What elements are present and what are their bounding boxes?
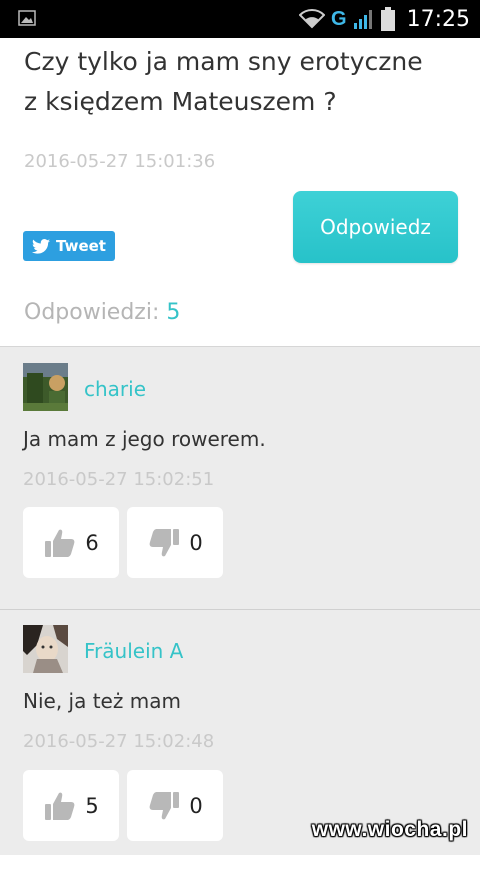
question-title-line-1: Czy tylko ja mam sny erotyczne: [24, 47, 423, 76]
reply-button[interactable]: Odpowiedz: [293, 191, 458, 263]
question-title-line-2: z księdzem Mateuszem ?: [24, 87, 337, 116]
answer-text: Ja mam z jego rowerem.: [23, 427, 266, 451]
answer-item: charie Ja mam z jego rowerem. 2016-05-27…: [0, 347, 480, 609]
avatar[interactable]: [23, 363, 68, 411]
question-date: 2016-05-27 15:01:36: [24, 151, 216, 172]
thumbs-up-icon: [45, 529, 75, 557]
dislike-count: 0: [189, 530, 203, 555]
battery-icon: [380, 7, 395, 31]
dislike-count: 0: [189, 793, 203, 818]
answer-text: Nie, ja też mam: [23, 689, 181, 713]
watermark: www.wiocha.pl: [311, 818, 468, 841]
thumbs-down-icon: [149, 528, 180, 556]
tweet-button-label: Tweet: [56, 237, 106, 255]
dislike-button[interactable]: 0: [127, 770, 223, 841]
signal-icon: [353, 10, 372, 29]
thumbs-down-icon: [149, 791, 180, 819]
answers-count: Odpowiedzi: 5: [24, 300, 180, 325]
answer-username[interactable]: Fräulein A: [84, 639, 183, 663]
like-button[interactable]: 6: [23, 507, 119, 578]
like-count: 5: [85, 793, 99, 818]
wifi-icon: [299, 9, 326, 29]
avatar-image: [23, 363, 68, 411]
status-bar: G 17:25: [0, 0, 480, 38]
image-notification-icon: [18, 10, 36, 26]
clock: 17:25: [406, 6, 470, 32]
answer-date: 2016-05-27 15:02:51: [23, 469, 215, 490]
like-button[interactable]: 5: [23, 770, 119, 841]
status-icons: G 17:25: [299, 4, 470, 34]
avatar[interactable]: [23, 625, 68, 673]
answer-date: 2016-05-27 15:02:48: [23, 731, 215, 752]
answers-count-number: 5: [166, 300, 181, 325]
answers-count-label: Odpowiedzi:: [24, 300, 160, 325]
question-block: Czy tylko ja mam sny erotyczne z księdze…: [24, 42, 464, 122]
like-count: 6: [85, 530, 99, 555]
tweet-button[interactable]: Tweet: [23, 231, 115, 261]
question-title: Czy tylko ja mam sny erotyczne z księdze…: [24, 42, 464, 122]
network-type: G: [331, 7, 347, 30]
dislike-button[interactable]: 0: [127, 507, 223, 578]
twitter-bird-icon: [32, 238, 51, 254]
thumbs-up-icon: [45, 792, 75, 820]
avatar-image: [23, 625, 68, 673]
answer-username[interactable]: charie: [84, 377, 146, 401]
answers-list: charie Ja mam z jego rowerem. 2016-05-27…: [0, 346, 480, 855]
